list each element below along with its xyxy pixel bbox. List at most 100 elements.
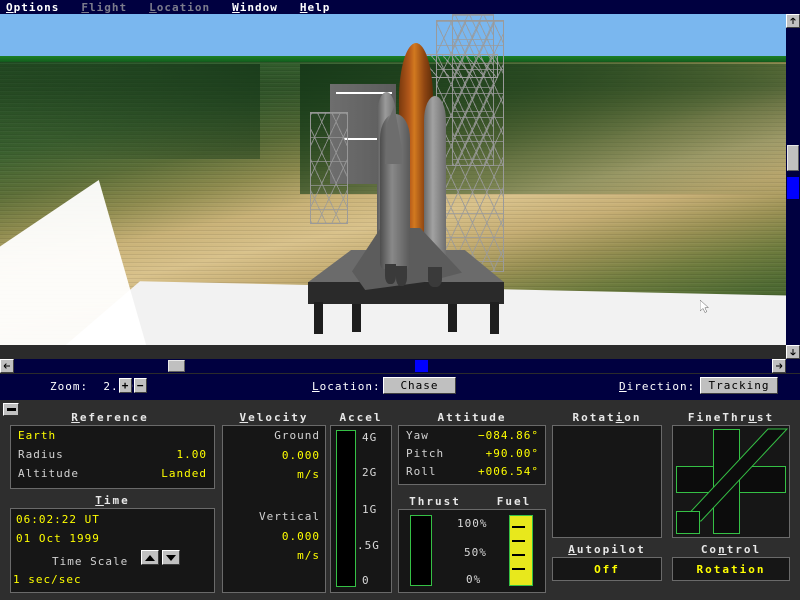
velocity-vertical-value: 0.000 <box>281 530 320 543</box>
direction-button[interactable]: Tracking <box>700 377 778 394</box>
vegetation-left <box>0 64 260 159</box>
thrust-group-title: Thrust <box>409 495 461 508</box>
reference-altitude-value: Landed <box>161 467 207 480</box>
accel-tick-halfg: .5G <box>357 539 380 552</box>
engine-nozzle <box>385 264 396 284</box>
control-readout[interactable]: Rotation <box>672 557 790 581</box>
lattice-tower-upper <box>452 14 494 166</box>
time-scale-label: Time Scale <box>52 555 129 568</box>
velocity-vertical-unit: m/s <box>297 549 320 562</box>
accel-tick-4g: 4G <box>362 431 378 444</box>
accel-tick-2g: 2G <box>362 466 378 479</box>
menu-item-help[interactable]: Help <box>300 1 331 14</box>
info-bar: Zoom: 2.00X + − Location: Chase Directio… <box>0 374 800 400</box>
arrow-up-icon <box>790 17 796 24</box>
rotation-box[interactable] <box>552 425 662 538</box>
gantry-arm <box>424 54 498 78</box>
scroll-up-button[interactable] <box>786 14 800 28</box>
scroll-left-button[interactable] <box>0 359 14 373</box>
attitude-yaw-label: Yaw <box>406 429 429 442</box>
thrust-tick-0: 0% <box>466 573 482 586</box>
thrust-tick-50: 50% <box>464 546 487 559</box>
velocity-group-title: Velocity <box>239 411 309 424</box>
vertical-scrollbar[interactable] <box>786 14 800 359</box>
fuel-gauge <box>509 515 533 586</box>
viewport-3d-scene[interactable]: Prepare for liftoff... <box>0 14 786 345</box>
location-label: Location: <box>312 380 381 393</box>
arrow-left-icon <box>3 363 10 369</box>
scroll-right-button[interactable] <box>772 359 786 373</box>
accel-tick-1g: 1G <box>362 503 378 516</box>
arrow-down-icon <box>790 349 796 356</box>
menu-bar: Options Flight Location Window Help <box>0 0 800 14</box>
reference-altitude-label: Altitude <box>18 467 79 480</box>
fuel-tick <box>512 540 525 542</box>
finethrust-corner-square[interactable] <box>676 511 700 534</box>
attitude-roll-value: +006.54° <box>478 465 539 478</box>
time-scale-decrease-button[interactable] <box>162 550 180 565</box>
time-group-title: Time <box>95 494 130 507</box>
engine-nozzle <box>396 266 407 286</box>
reference-radius-value: 1.00 <box>176 448 207 461</box>
instrument-panel: Reference Earth Radius 1.00 Altitude Lan… <box>0 400 800 600</box>
attitude-roll-label: Roll <box>406 465 437 478</box>
fuel-tick <box>512 568 525 570</box>
rotation-group-title: Rotation <box>572 411 642 424</box>
velocity-ground-label: Ground <box>274 429 320 442</box>
attitude-pitch-label: Pitch <box>406 447 445 460</box>
launch-pad-slab <box>308 282 504 304</box>
location-button[interactable]: Chase <box>383 377 456 394</box>
menu-item-window[interactable]: Window <box>232 1 278 14</box>
thrust-tick-100: 100% <box>457 517 488 530</box>
reference-radius-label: Radius <box>18 448 64 461</box>
attitude-yaw-value: −084.86° <box>478 429 539 442</box>
thrust-gauge[interactable] <box>410 515 432 586</box>
engine-nozzle <box>428 267 442 287</box>
sky <box>0 14 786 60</box>
hscroll-thumb[interactable] <box>168 360 185 372</box>
menu-item-location[interactable]: Location <box>149 1 210 14</box>
zoom-out-button[interactable]: − <box>134 378 147 393</box>
vscroll-marker[interactable] <box>787 177 799 199</box>
fuel-group-title: Fuel <box>496 495 532 508</box>
triangle-down-icon <box>166 554 176 561</box>
triangle-up-icon <box>145 554 155 561</box>
vscroll-thumb[interactable] <box>787 145 799 171</box>
velocity-ground-unit: m/s <box>297 468 320 481</box>
scroll-down-button[interactable] <box>786 345 800 359</box>
direction-label: Direction: <box>619 380 696 393</box>
finethrust-group-title: FineThrust <box>687 411 775 424</box>
pad-leg <box>352 304 361 332</box>
reference-group-title: Reference <box>71 411 149 424</box>
velocity-ground-value: 0.000 <box>281 449 320 462</box>
reference-body: Earth <box>18 429 57 442</box>
accel-tick-0: 0 <box>362 574 370 587</box>
menu-item-flight[interactable]: Flight <box>81 1 127 14</box>
time-scale-value: 1 sec/sec <box>13 573 82 586</box>
arrow-right-icon <box>776 363 783 369</box>
autopilot-group-title: Autopilot <box>568 543 646 556</box>
control-group-title: Control <box>700 543 762 556</box>
pad-leg <box>490 302 499 334</box>
fuel-tick <box>512 554 525 556</box>
accel-gauge <box>336 430 356 587</box>
accel-group-title: Accel <box>339 411 383 424</box>
hscroll-marker[interactable] <box>415 360 428 372</box>
horizontal-scrollbar[interactable] <box>0 359 786 373</box>
mouse-cursor-icon <box>700 300 709 313</box>
pad-leg <box>314 302 323 334</box>
attitude-group-title: Attitude <box>437 411 507 424</box>
scrollbar-corner <box>786 359 800 373</box>
menu-item-options[interactable]: Options <box>6 1 59 14</box>
fuel-tick <box>512 526 525 528</box>
zoom-in-button[interactable]: + <box>119 378 132 393</box>
time-clock: 06:02:22 UT <box>16 513 100 526</box>
time-date: 01 Oct 1999 <box>16 532 100 545</box>
time-scale-increase-button[interactable] <box>141 550 159 565</box>
velocity-vertical-label: Vertical <box>259 510 320 523</box>
attitude-pitch-value: +90.00° <box>485 447 539 460</box>
lattice-tower-left <box>310 112 348 224</box>
pad-leg <box>448 304 457 332</box>
autopilot-readout[interactable]: Off <box>552 557 662 581</box>
simulator-window: Options Flight Location Window Help Zoom… <box>0 0 800 600</box>
